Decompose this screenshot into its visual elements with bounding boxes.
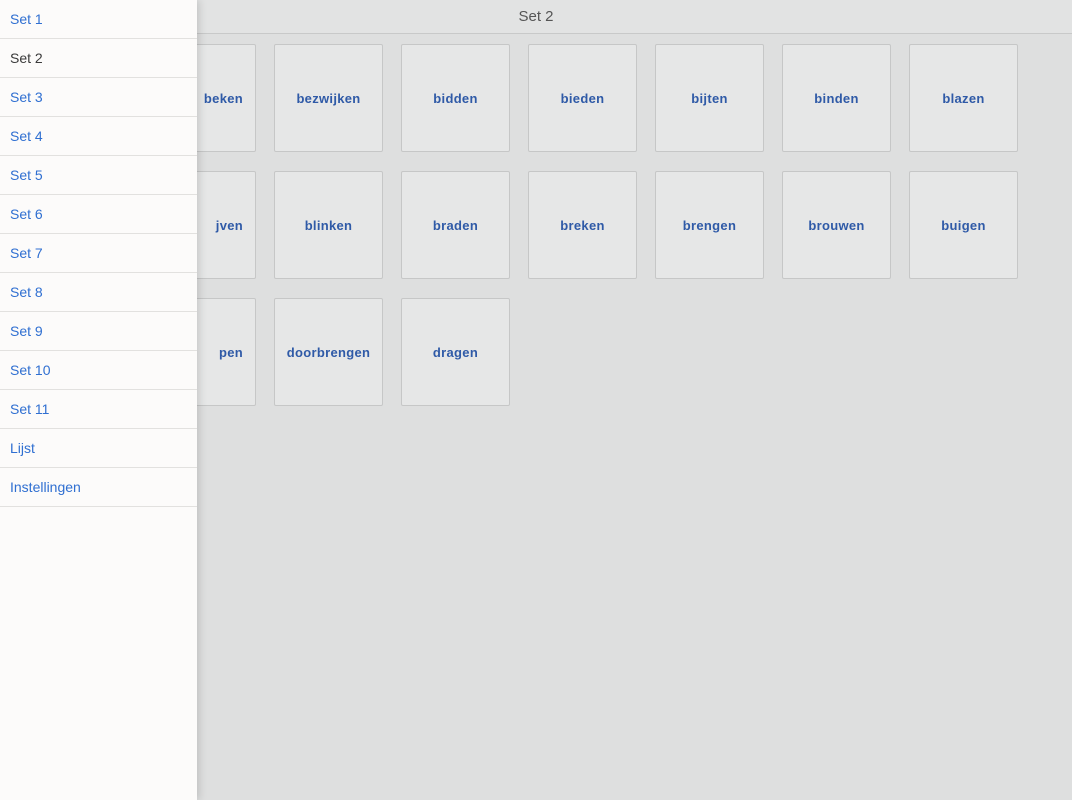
word-label: doorbrengen bbox=[287, 345, 370, 360]
sidebar-item-set-8[interactable]: Set 8 bbox=[0, 273, 197, 312]
word-card[interactable]: blinken bbox=[274, 171, 383, 279]
sidebar-item-set-9[interactable]: Set 9 bbox=[0, 312, 197, 351]
word-label: blinken bbox=[305, 218, 353, 233]
word-label: beken bbox=[204, 91, 243, 106]
sidebar-item-set-5[interactable]: Set 5 bbox=[0, 156, 197, 195]
sidebar-item-set-11[interactable]: Set 11 bbox=[0, 390, 197, 429]
word-label: blazen bbox=[942, 91, 984, 106]
word-card[interactable]: brengen bbox=[655, 171, 764, 279]
word-label: buigen bbox=[941, 218, 985, 233]
sidebar-item-label: Set 3 bbox=[10, 89, 43, 105]
word-card[interactable]: bieden bbox=[528, 44, 637, 152]
sidebar-item-set-3[interactable]: Set 3 bbox=[0, 78, 197, 117]
word-label: dragen bbox=[433, 345, 478, 360]
sidebar-item-set-2[interactable]: Set 2 bbox=[0, 39, 197, 78]
word-label: jven bbox=[216, 218, 243, 233]
word-label: bidden bbox=[433, 91, 477, 106]
word-label: braden bbox=[433, 218, 478, 233]
grid-row: pen doorbrengen dragen bbox=[147, 298, 1072, 406]
sidebar-item-label: Set 11 bbox=[10, 401, 49, 417]
sidebar-item-label: Set 4 bbox=[10, 128, 43, 144]
sidebar: Set 1 Set 2 Set 3 Set 4 Set 5 Set 6 Set … bbox=[0, 0, 197, 800]
sidebar-item-label: Set 6 bbox=[10, 206, 43, 222]
word-label: brouwen bbox=[808, 218, 864, 233]
word-card[interactable]: braden bbox=[401, 171, 510, 279]
sidebar-item-label: Set 7 bbox=[10, 245, 43, 261]
sidebar-item-label: Set 5 bbox=[10, 167, 43, 183]
page-title-text: Set 2 bbox=[518, 8, 553, 25]
word-label: brengen bbox=[683, 218, 736, 233]
word-label: pen bbox=[219, 345, 243, 360]
word-card[interactable]: bijten bbox=[655, 44, 764, 152]
sidebar-item-label: Instellingen bbox=[10, 479, 81, 495]
sidebar-item-label: Set 10 bbox=[10, 362, 50, 378]
sidebar-item-label: Set 8 bbox=[10, 284, 43, 300]
word-label: bieden bbox=[561, 91, 605, 106]
word-card[interactable]: doorbrengen bbox=[274, 298, 383, 406]
word-label: bezwijken bbox=[296, 91, 360, 106]
sidebar-item-set-6[interactable]: Set 6 bbox=[0, 195, 197, 234]
grid-row: beken bezwijken bidden bieden bijten bin… bbox=[147, 44, 1072, 152]
word-label: binden bbox=[814, 91, 858, 106]
word-card[interactable]: binden bbox=[782, 44, 891, 152]
word-label: bijten bbox=[691, 91, 727, 106]
sidebar-item-label: Set 9 bbox=[10, 323, 43, 339]
sidebar-item-set-4[interactable]: Set 4 bbox=[0, 117, 197, 156]
word-card[interactable]: dragen bbox=[401, 298, 510, 406]
word-label: breken bbox=[560, 218, 604, 233]
word-card[interactable]: buigen bbox=[909, 171, 1018, 279]
sidebar-item-lijst[interactable]: Lijst bbox=[0, 429, 197, 468]
word-card[interactable]: brouwen bbox=[782, 171, 891, 279]
sidebar-item-set-7[interactable]: Set 7 bbox=[0, 234, 197, 273]
sidebar-item-label: Set 1 bbox=[10, 11, 43, 27]
word-card[interactable]: bezwijken bbox=[274, 44, 383, 152]
sidebar-item-set-10[interactable]: Set 10 bbox=[0, 351, 197, 390]
word-card[interactable]: bidden bbox=[401, 44, 510, 152]
word-card[interactable]: breken bbox=[528, 171, 637, 279]
word-card[interactable]: blazen bbox=[909, 44, 1018, 152]
sidebar-item-label: Lijst bbox=[10, 440, 35, 456]
grid-row: jven blinken braden breken brengen brouw… bbox=[147, 171, 1072, 279]
sidebar-item-label: Set 2 bbox=[10, 50, 43, 66]
sidebar-item-instellingen[interactable]: Instellingen bbox=[0, 468, 197, 507]
sidebar-item-set-1[interactable]: Set 1 bbox=[0, 0, 197, 39]
